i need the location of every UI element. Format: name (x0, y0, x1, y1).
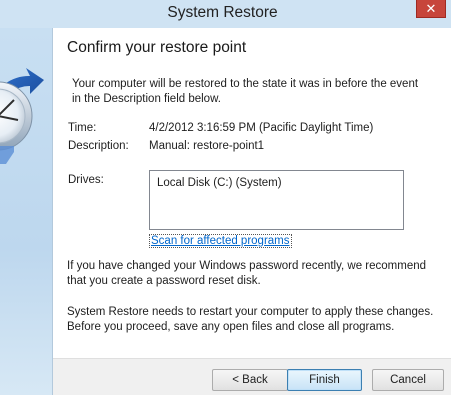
system-restore-clock-icon (0, 68, 44, 164)
cancel-button[interactable]: Cancel (372, 369, 444, 391)
restart-note: System Restore needs to restart your com… (67, 305, 437, 335)
intro-line-2: in the Description field below. (72, 93, 221, 105)
title-bar[interactable]: System Restore ✕ (0, 0, 451, 28)
time-label: Time: (68, 122, 97, 134)
description-label: Description: (68, 140, 129, 152)
close-icon: ✕ (425, 1, 437, 16)
drives-list[interactable]: Local Disk (C:) (System) (149, 170, 404, 230)
restart-note-line-2: Before you proceed, save any open files … (67, 321, 395, 333)
button-bar: < Back Finish Cancel (53, 358, 451, 395)
drives-label: Drives: (68, 174, 104, 186)
restart-note-line-1: System Restore needs to restart your com… (67, 306, 434, 318)
password-note: If you have changed your Windows passwor… (67, 259, 437, 289)
window-title: System Restore (167, 4, 278, 21)
side-artwork (0, 28, 53, 395)
intro-line-1: Your computer will be restored to the st… (72, 78, 419, 90)
content-panel: Confirm your restore point Your computer… (53, 28, 451, 358)
scan-affected-programs-link[interactable]: Scan for affected programs (149, 234, 292, 248)
password-note-line-2: that you create a password reset disk. (67, 275, 261, 287)
system-restore-window: System Restore ✕ Confirm your restore po… (0, 0, 451, 395)
page-title: Confirm your restore point (67, 39, 247, 56)
close-button[interactable]: ✕ (416, 0, 446, 18)
description-value: Manual: restore-point1 (149, 140, 265, 152)
back-button[interactable]: < Back (212, 369, 288, 391)
intro-text: Your computer will be restored to the st… (72, 77, 432, 107)
list-item[interactable]: Local Disk (C:) (System) (157, 177, 282, 189)
finish-button[interactable]: Finish (287, 369, 362, 391)
password-note-line-1: If you have changed your Windows passwor… (67, 260, 427, 272)
time-value: 4/2/2012 3:16:59 PM (Pacific Daylight Ti… (149, 122, 374, 134)
